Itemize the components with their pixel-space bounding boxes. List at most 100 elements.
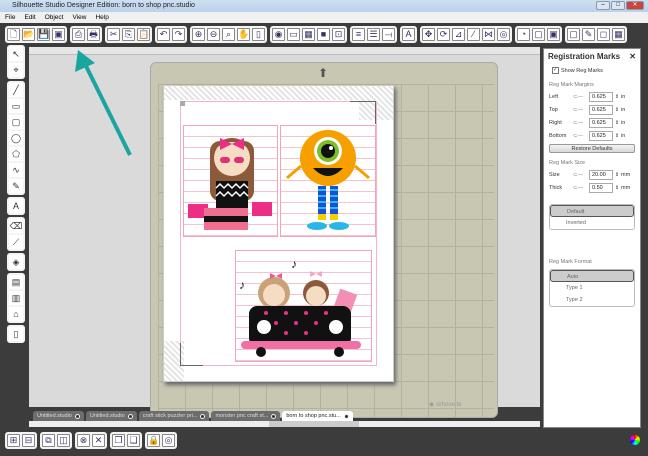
curve-icon[interactable]: ∿ (9, 163, 23, 177)
group-icon[interactable]: ⊞ (7, 434, 20, 447)
copy-icon[interactable]: ⎘ (122, 27, 135, 41)
delete-icon[interactable]: ✕ (92, 434, 105, 447)
zoom-out-icon[interactable]: ⊖ (207, 27, 220, 41)
document-tab[interactable]: craft stick puzzler pri... (138, 411, 210, 421)
weld-icon[interactable]: ⊗ (77, 434, 90, 447)
mirror-icon[interactable]: ⋈ (482, 27, 495, 41)
registration-icon[interactable]: ⊡ (332, 27, 345, 41)
option-inverted[interactable]: Inverted (550, 217, 634, 229)
slider-icon[interactable]: ⊂— (573, 94, 589, 100)
value-input[interactable]: 0.625 (589, 130, 613, 141)
text-tool-icon[interactable]: A (9, 199, 23, 213)
document-tab[interactable]: Untitled.studio (85, 411, 137, 421)
offset-copy-icon[interactable]: ◎ (162, 434, 175, 447)
lock-icon[interactable]: 🔒 (147, 434, 160, 447)
mirror-copy-icon[interactable]: ❏ (127, 434, 140, 447)
spinner-icon[interactable]: ⇕ (613, 94, 621, 100)
menu-edit[interactable]: Edit (24, 12, 35, 23)
transform-icon[interactable]: ✥ (422, 27, 435, 41)
slider-icon[interactable]: ⊂— (573, 133, 589, 139)
color-wheel-icon[interactable] (630, 435, 640, 445)
option-type-2[interactable]: Type 2 (550, 294, 634, 306)
alignment-icon[interactable]: ☰ (367, 27, 380, 41)
cut-settings-icon[interactable]: ▣ (547, 27, 560, 41)
fill-icon[interactable]: ◉ (272, 27, 285, 41)
tab-close-icon[interactable] (271, 413, 277, 419)
value-input[interactable]: 0.625 (589, 104, 613, 115)
slider-icon[interactable]: ⊂— (573, 120, 589, 126)
new-document-icon[interactable]: 🗋 (7, 27, 20, 41)
rectangle-icon[interactable]: ▭ (9, 99, 23, 113)
option-auto[interactable]: Auto (550, 270, 634, 282)
document-tab[interactable]: born to shop pnc.stu... (282, 411, 353, 421)
value-input[interactable]: 20.00 (589, 169, 613, 180)
print-icon[interactable]: 🖶 (87, 27, 100, 41)
zoom-in-icon[interactable]: ⊕ (192, 27, 205, 41)
restore-defaults-button[interactable]: Restore Defaults (549, 144, 635, 153)
send-to-silhouette-icon[interactable]: ⎙ (72, 27, 85, 41)
compound-icon[interactable]: ⧉ (42, 434, 55, 447)
point-edit-icon[interactable]: ⌖ (9, 63, 23, 77)
tab-close-icon[interactable] (343, 413, 349, 419)
polygon-icon[interactable]: ⬠ (9, 147, 23, 161)
design-page-icon[interactable]: ▤ (9, 275, 23, 289)
offset-icon[interactable]: ◎ (497, 27, 510, 41)
release-compound-icon[interactable]: ◫ (57, 434, 70, 447)
menu-view[interactable]: View (72, 12, 86, 23)
design-girl-shopping[interactable] (183, 125, 278, 237)
design-monster[interactable] (280, 125, 376, 237)
spinner-icon[interactable]: ⇕ (613, 185, 621, 191)
tab-close-icon[interactable] (74, 413, 80, 419)
paste-icon[interactable]: 📋 (137, 27, 150, 41)
store-icon[interactable]: ⌂ (9, 307, 23, 321)
line-style-icon[interactable]: ≡ (352, 27, 365, 41)
panel-toggle-icon[interactable]: ◻ (597, 27, 610, 41)
show-reg-marks-checkbox[interactable]: ✓ Show Reg Marks (544, 64, 640, 77)
open-icon[interactable]: 📂 (22, 27, 35, 41)
tab-close-icon[interactable] (127, 413, 133, 419)
ellipse-icon[interactable]: ◯ (9, 131, 23, 145)
minimize-button[interactable]: – (596, 1, 610, 10)
value-input[interactable]: 0.625 (589, 91, 613, 102)
line-icon[interactable]: ╱ (9, 83, 23, 97)
rounded-rectangle-icon[interactable]: ▢ (9, 115, 23, 129)
freehand-icon[interactable]: ✎ (9, 179, 23, 193)
library-page-icon[interactable]: ▥ (9, 291, 23, 305)
scrollbar-thumb[interactable] (269, 421, 359, 427)
design-girls-car[interactable]: ♪ ♪ (235, 250, 372, 362)
save-to-library-icon[interactable]: ▣ (52, 27, 65, 41)
knife-icon[interactable]: ⟞ (382, 27, 395, 41)
edit-points-icon[interactable]: ⁄ (467, 27, 480, 41)
spinner-icon[interactable]: ⇕ (613, 172, 621, 178)
text-icon[interactable]: A (402, 27, 415, 41)
menu-object[interactable]: Object (45, 12, 64, 23)
pencil-icon[interactable]: ✎ (582, 27, 595, 41)
option-default[interactable]: Default (550, 205, 634, 217)
library-icon[interactable]: ◔ (517, 27, 530, 41)
panel-close-button[interactable]: ✕ (629, 52, 636, 61)
document-tab[interactable]: monster pnc craft st... (211, 411, 281, 421)
zoom-selection-icon[interactable]: ⌕ (222, 27, 235, 41)
menu-help[interactable]: Help (95, 12, 108, 23)
spinner-icon[interactable]: ⇕ (613, 120, 621, 126)
save-icon[interactable]: 💾 (37, 27, 50, 41)
document-tab[interactable]: Untitled.studio (33, 411, 84, 421)
fit-page-icon[interactable]: ▯ (252, 27, 265, 41)
spinner-icon[interactable]: ⇕ (613, 107, 621, 113)
scale-icon[interactable]: ⊿ (452, 27, 465, 41)
close-button[interactable]: ✕ (626, 1, 644, 10)
trace-icon[interactable]: ▢ (567, 27, 580, 41)
checkbox[interactable]: ✓ (552, 67, 559, 74)
page-setup-icon[interactable]: ▢ (532, 27, 545, 41)
cut-icon[interactable]: ✂ (107, 27, 120, 41)
fill-bucket-icon[interactable]: ◈ (9, 255, 23, 269)
redo-icon[interactable]: ↷ (172, 27, 185, 41)
expand-icon[interactable]: ▯ (9, 327, 23, 341)
menu-file[interactable]: File (5, 12, 15, 23)
rotate-icon[interactable]: ⟳ (437, 27, 450, 41)
grid-icon[interactable]: ▦ (612, 27, 625, 41)
value-input[interactable]: 0.50 (589, 182, 613, 193)
ungroup-icon[interactable]: ⊟ (22, 434, 35, 447)
maximize-button[interactable]: □ (611, 1, 625, 10)
value-input[interactable]: 0.625 (589, 117, 613, 128)
